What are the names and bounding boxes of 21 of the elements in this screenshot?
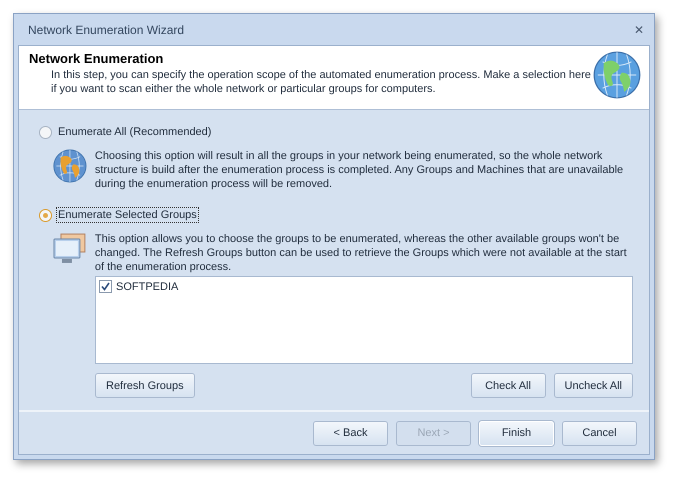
globe-icon [53,149,87,183]
wizard-button[interactable]: Cancel [562,420,637,446]
option-description: Choosing this option will result in all the groups in your network being enumerated, so the whole network structure is build after the enumeration process is completed. Any Groups and Machines that are unavailable during the enumeration process will be removed. [94,149,624,191]
radio-button[interactable] [39,208,52,222]
list-button[interactable]: Uncheck All [554,373,633,398]
globe-icon [593,51,641,99]
option-label[interactable]: Enumerate All (Recommended) [56,124,214,140]
list-button[interactable]: Check All [470,373,546,398]
wizard-button[interactable]: < Back [313,420,388,446]
monitor-icon [53,232,87,266]
window-title: Network Enumeration Wizard [28,22,184,36]
refresh-groups-button[interactable]: Refresh Groups [95,373,195,398]
wizard-button[interactable]: Finish [479,420,554,446]
option-label[interactable]: Enumerate Selected Groups [56,207,199,223]
radio-button[interactable] [39,126,52,138]
option-description: This option allows you to choose the groups to be enumerated, whereas the other available groups won't be changed. The Refresh Groups button can be used to retrieve the Groups which were not available at the start of the enumeration process. [94,232,628,274]
checkbox[interactable] [99,280,112,293]
close-button[interactable]: ✕ [634,22,644,36]
step-description: In this step, you can specify the operation scope of the automated enumeration process. Make a selection here if you want to scan either the whole network or particular groups for computers. [50,68,591,96]
group-label[interactable]: SOFTPEDIA [116,280,178,292]
step-title: Network Enumeration [29,51,164,66]
